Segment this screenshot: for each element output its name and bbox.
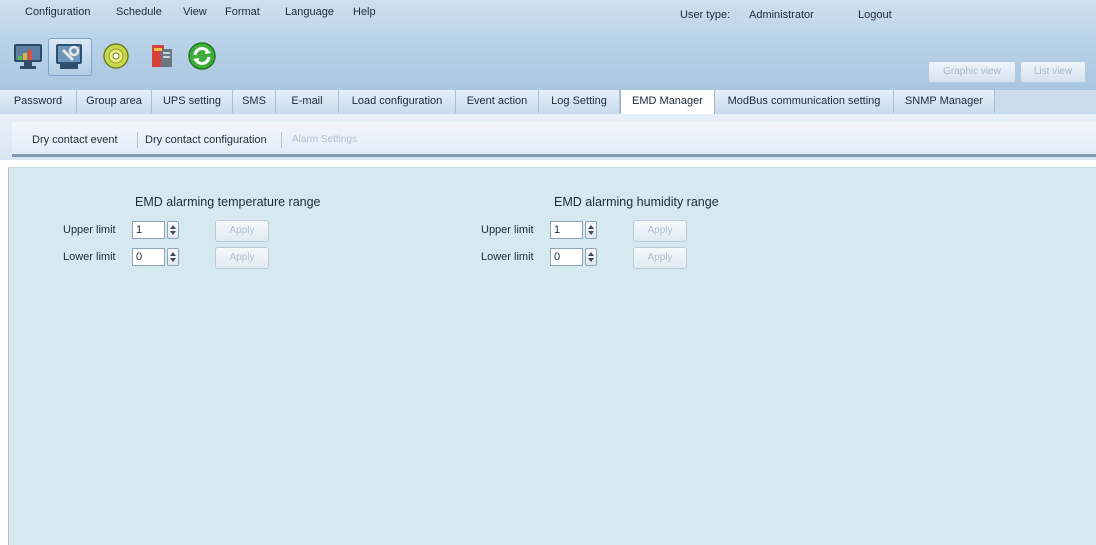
temperature-lower-limit-label: Lower limit (63, 251, 116, 263)
tab-load-configuration[interactable]: Load configuration (339, 90, 456, 113)
logout-link[interactable]: Logout (858, 9, 892, 21)
stepper-arrows-icon[interactable] (167, 221, 179, 239)
refresh-icon[interactable] (186, 40, 218, 72)
tab-emd-manager[interactable]: EMD Manager (620, 90, 715, 115)
tab-bar: Password Group area UPS setting SMS E-ma… (0, 90, 1096, 115)
menu-schedule[interactable]: Schedule (116, 6, 162, 18)
tab-modbus-communication-setting[interactable]: ModBus communication setting (715, 90, 894, 113)
tab-group-area[interactable]: Group area (77, 90, 152, 113)
app-window: Configuration Schedule View Format Langu… (0, 0, 1096, 545)
humidity-lower-limit-label: Lower limit (481, 251, 534, 263)
temperature-upper-limit-stepper[interactable] (132, 221, 180, 239)
humidity-range-title: EMD alarming humidity range (554, 195, 719, 209)
temperature-lower-limit-input[interactable] (132, 248, 165, 266)
temperature-upper-apply-button[interactable]: Apply (215, 220, 269, 242)
stepper-arrows-icon[interactable] (585, 248, 597, 266)
humidity-lower-limit-input[interactable] (550, 248, 583, 266)
humidity-upper-apply-button[interactable]: Apply (633, 220, 687, 242)
monitor-icon[interactable] (12, 40, 44, 72)
list-view-button[interactable]: List view (1020, 61, 1086, 83)
settings-tools-icon[interactable] (53, 40, 85, 72)
menu-language[interactable]: Language (285, 6, 334, 18)
humidity-upper-limit-label: Upper limit (481, 224, 534, 236)
tab-ups-setting[interactable]: UPS setting (152, 90, 233, 113)
subtab-dry-contact-event[interactable]: Dry contact event (32, 134, 118, 146)
menu-format[interactable]: Format (225, 6, 260, 18)
stepper-arrows-icon[interactable] (167, 248, 179, 266)
menu-configuration[interactable]: Configuration (25, 6, 90, 18)
temperature-upper-limit-input[interactable] (132, 221, 165, 239)
temperature-upper-limit-label: Upper limit (63, 224, 116, 236)
temperature-lower-limit-stepper[interactable] (132, 248, 180, 266)
menu-view[interactable]: View (183, 6, 207, 18)
subtab-band: Dry contact event Dry contact configurat… (0, 114, 1096, 160)
subtab-divider (137, 132, 138, 148)
menu-bar: Configuration Schedule View Format Langu… (0, 0, 1096, 26)
tab-password[interactable]: Password (0, 90, 77, 113)
header-bar: Configuration Schedule View Format Langu… (0, 0, 1096, 91)
user-type-label: User type: (680, 9, 731, 21)
tab-snmp-manager[interactable]: SNMP Manager (894, 90, 995, 113)
subtab-alarm-settings[interactable]: Alarm Settings (292, 134, 357, 145)
user-type-value: Administrator (749, 9, 814, 21)
menu-help[interactable]: Help (353, 6, 376, 18)
humidity-lower-apply-button[interactable]: Apply (633, 247, 687, 269)
temperature-range-title: EMD alarming temperature range (135, 195, 321, 209)
stepper-arrows-icon[interactable] (585, 221, 597, 239)
ups-battery-icon[interactable] (146, 40, 178, 72)
graphic-view-button[interactable]: Graphic view (928, 61, 1016, 83)
subtab-panel: Dry contact event Dry contact configurat… (12, 122, 1096, 157)
humidity-lower-limit-stepper[interactable] (550, 248, 598, 266)
tab-log-setting[interactable]: Log Setting (539, 90, 620, 113)
subtab-dry-contact-configuration[interactable]: Dry contact configuration (145, 134, 267, 146)
tab-email[interactable]: E-mail (276, 90, 339, 113)
humidity-upper-limit-input[interactable] (550, 221, 583, 239)
temperature-lower-apply-button[interactable]: Apply (215, 247, 269, 269)
tab-event-action[interactable]: Event action (456, 90, 539, 113)
humidity-upper-limit-stepper[interactable] (550, 221, 598, 239)
subtab-divider (281, 132, 282, 148)
disc-icon[interactable] (100, 40, 132, 72)
tab-sms[interactable]: SMS (233, 90, 276, 113)
alarm-settings-panel: EMD alarming temperature range Upper lim… (8, 167, 1096, 545)
